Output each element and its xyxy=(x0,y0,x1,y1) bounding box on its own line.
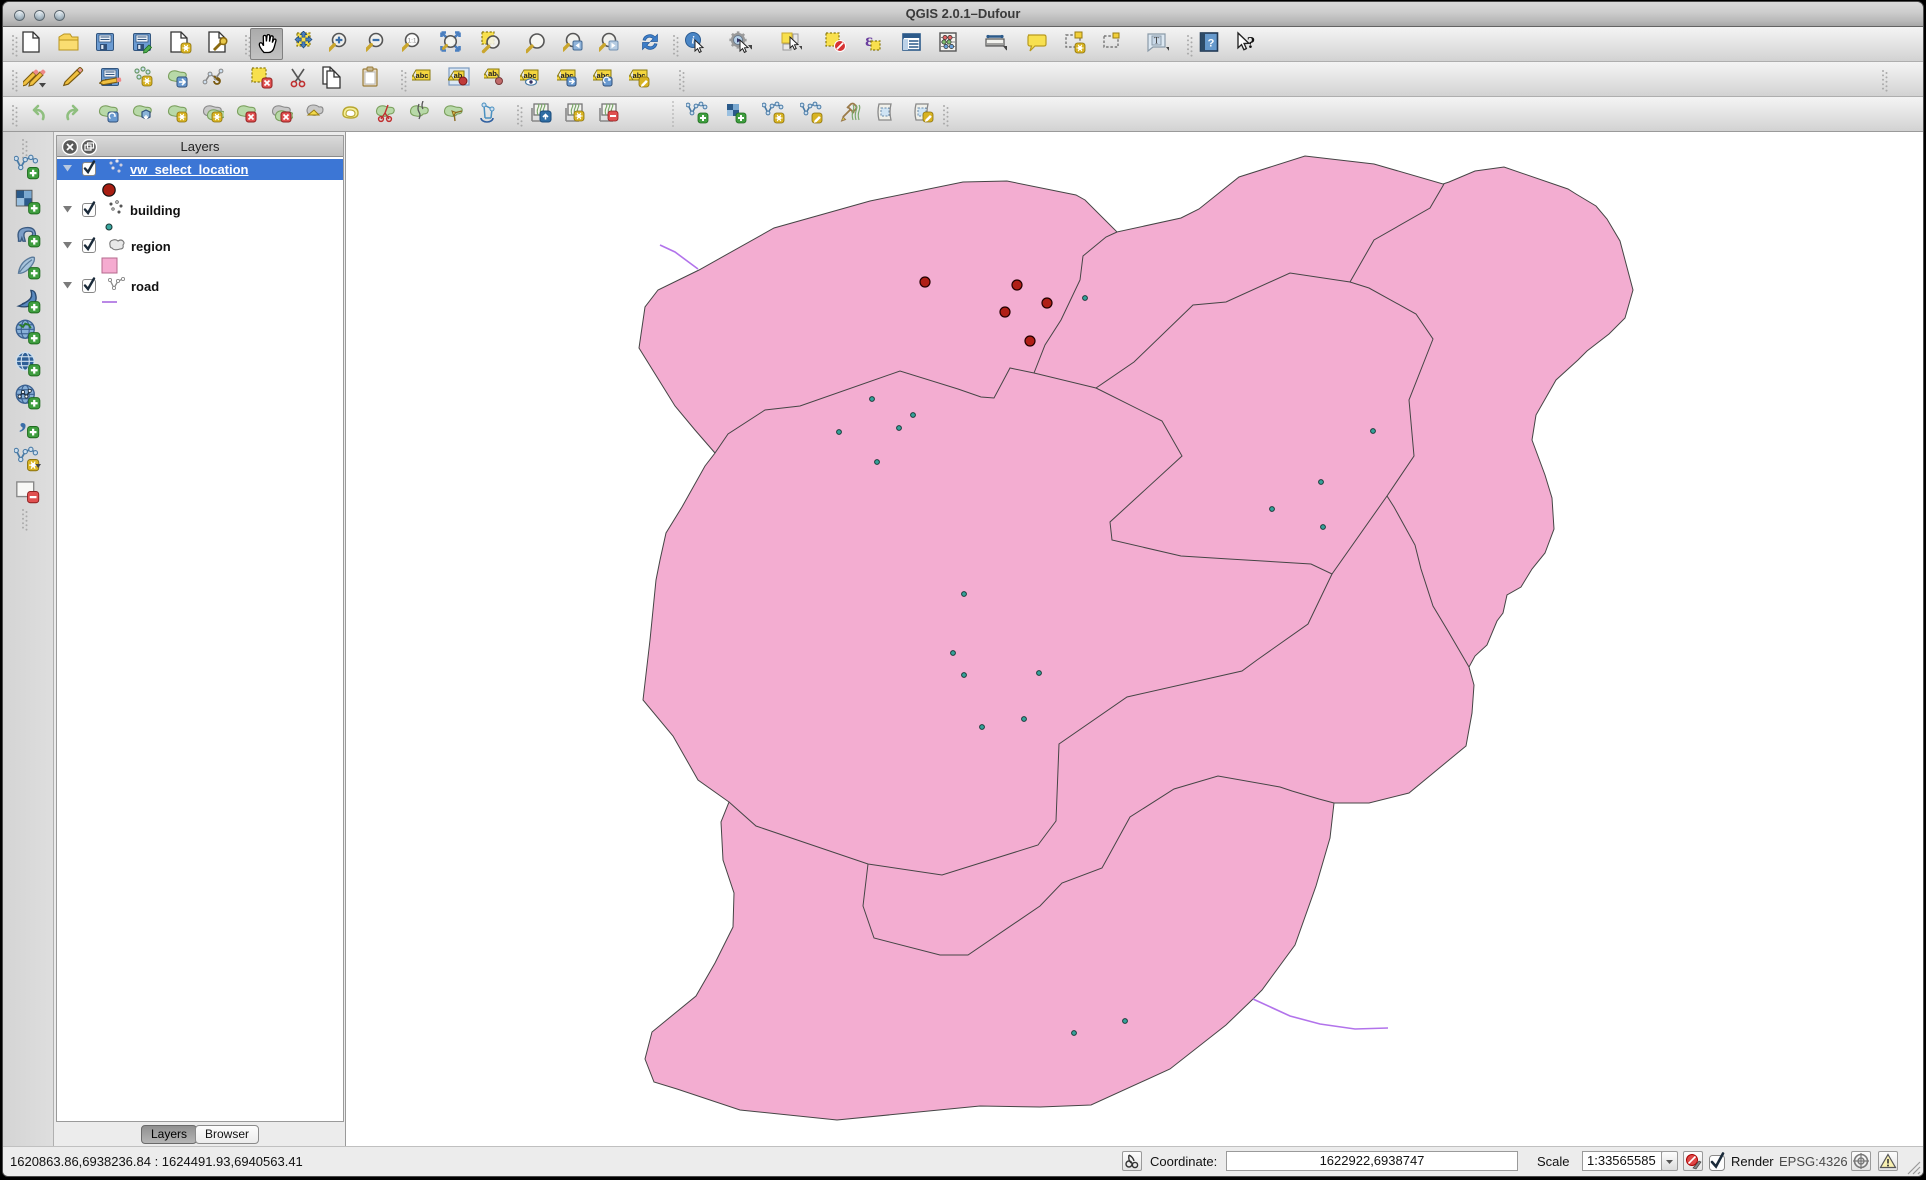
svg-text:1:1: 1:1 xyxy=(407,38,416,45)
svg-text:i: i xyxy=(692,36,695,47)
svg-text:T: T xyxy=(1154,36,1160,46)
svg-text:?: ? xyxy=(1247,33,1256,52)
svg-text:abc: abc xyxy=(416,71,429,80)
svg-text:?: ? xyxy=(1208,38,1215,50)
svg-text:,: , xyxy=(19,413,26,435)
svg-text:ab: ab xyxy=(488,69,497,78)
